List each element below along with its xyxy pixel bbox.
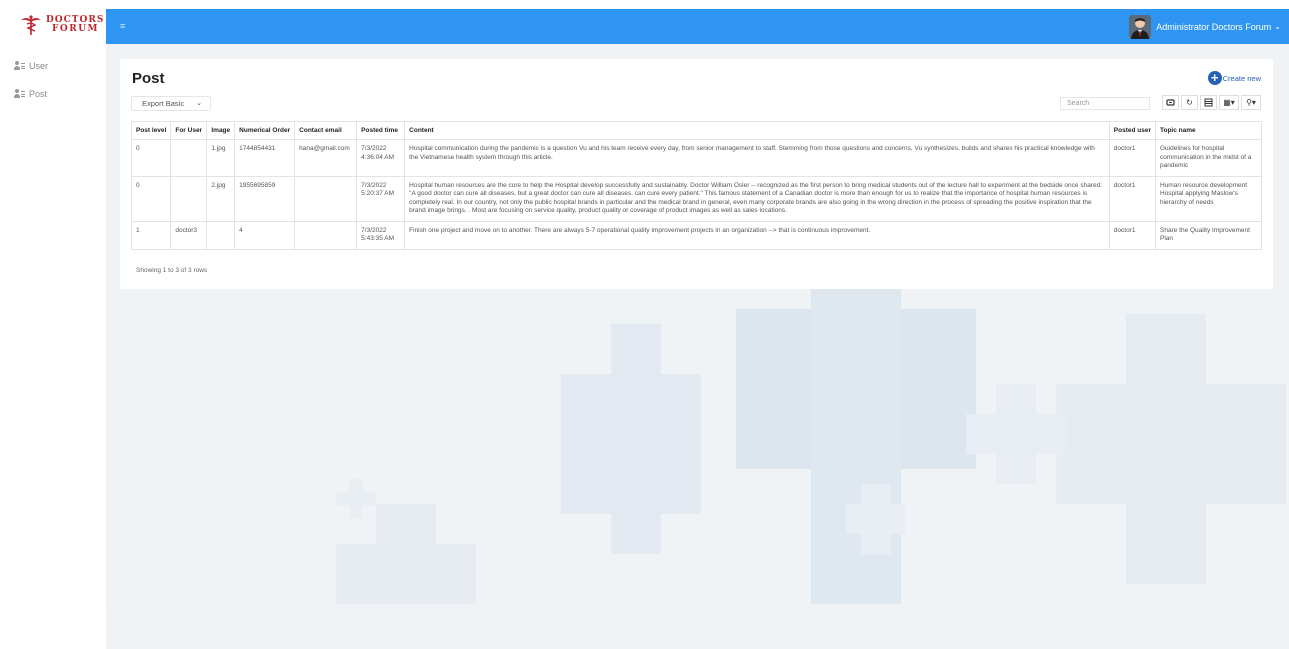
table-toolbar: ↻ ▦▾ ⚲▾ <box>1160 95 1261 110</box>
cell-posted-user: doctor1 <box>1108 139 1157 177</box>
cell-posted-time: 7/3/2022 5:20:37 AM <box>356 175 406 222</box>
export-dropdown-button[interactable]: ⚲▾ <box>1241 95 1261 110</box>
column-header-image[interactable]: Image <box>206 121 236 140</box>
cell-posted-time: 7/3/2022 4:36:04 AM <box>356 139 406 177</box>
column-header-topic-name[interactable]: Topic name <box>1155 121 1262 140</box>
cell-image: 2.jpg <box>206 175 236 222</box>
column-header-content[interactable]: Content <box>404 121 1110 140</box>
logo-line-2: FORUM <box>52 24 100 34</box>
avatar <box>1129 14 1152 39</box>
create-new-label: Create new <box>1222 73 1261 83</box>
column-header-for-user[interactable]: For User <box>170 121 208 140</box>
cell-for-user <box>170 139 208 177</box>
column-header-contact-email[interactable]: Contact email <box>294 121 358 140</box>
sidebar-item-label: Post <box>29 89 48 99</box>
cell-contact-email <box>294 220 358 250</box>
column-header-post-level[interactable]: Post level <box>130 121 172 140</box>
create-new-button[interactable]: + Create new <box>1207 71 1261 85</box>
cell-image <box>206 220 236 250</box>
cell-content: Hospital human resources are the core to… <box>404 175 1110 222</box>
refresh-button[interactable]: ↻ <box>1181 95 1198 110</box>
cell-topic-name: Guidelines for hospital communication in… <box>1155 139 1262 177</box>
cell-numerical-order: 4 <box>234 220 296 250</box>
refresh-icon: ↻ <box>1186 98 1193 107</box>
cell-topic-name: Share the Quality Improvement Plan <box>1155 220 1262 250</box>
cell-for-user <box>170 175 208 222</box>
menu-toggle-icon[interactable]: ≡ <box>120 21 125 31</box>
cell-posted-time: 7/3/2022 5:43:35 AM <box>356 220 406 250</box>
cell-for-user: doctor3 <box>170 220 208 250</box>
user-download-icon: ⚲▾ <box>1246 98 1256 107</box>
column-header-posted-user[interactable]: Posted user <box>1108 121 1157 140</box>
sidebar-item-user[interactable]: User <box>14 61 48 71</box>
sidebar-item-label: User <box>29 61 49 71</box>
user-list-icon <box>14 61 27 71</box>
print-icon <box>1166 99 1175 106</box>
pagination-info: Showing 1 to 3 of 3 rows <box>136 267 208 274</box>
cell-topic-name: Human resource development Hospital appl… <box>1155 175 1262 222</box>
table-row[interactable]: 1 doctor3 4 7/3/2022 5:43:35 AM Finish o… <box>130 220 1262 250</box>
table-header-row: Post level For User Image Numerical Orde… <box>130 121 1262 140</box>
columns-dropdown-button[interactable]: ▦▾ <box>1219 95 1239 110</box>
post-panel: Post + Create new Export Basic ⌄ Search … <box>120 59 1273 289</box>
post-table: Post level For User Image Numerical Orde… <box>130 121 1262 250</box>
list-view-icon <box>1204 98 1213 107</box>
cell-content: Finish one project and move on to anothe… <box>404 220 1110 250</box>
cell-post-level: 1 <box>130 220 172 250</box>
cell-posted-user: doctor1 <box>1108 220 1157 250</box>
columns-grid-icon: ▦▾ <box>1223 98 1235 107</box>
user-name: Administrator Doctors Forum <box>1156 21 1272 32</box>
table-row[interactable]: 0 2.jpg 1955695859 7/3/2022 5:20:37 AM H… <box>130 175 1262 222</box>
search-input[interactable]: Search <box>1060 97 1150 110</box>
column-header-numerical-order[interactable]: Numerical Order <box>234 121 296 140</box>
cell-numerical-order: 1955695859 <box>234 175 296 222</box>
print-button[interactable] <box>1162 95 1179 110</box>
plus-circle-icon: + <box>1207 71 1222 85</box>
main-content: Post + Create new Export Basic ⌄ Search … <box>106 44 1289 649</box>
cell-contact-email <box>294 175 358 222</box>
sidebar: DOCTORS FORUM User Post <box>0 0 120 649</box>
logo-text: DOCTORS FORUM <box>46 16 104 34</box>
chevron-down-icon: ⌄ <box>1274 22 1281 31</box>
toggle-view-button[interactable] <box>1200 95 1217 110</box>
caduceus-logo-icon <box>20 14 42 36</box>
table-row[interactable]: 0 1.jpg 1744854431 hana@gmail.com 7/3/20… <box>130 139 1262 177</box>
user-menu[interactable]: Administrator Doctors Forum ⌄ <box>1129 13 1281 40</box>
top-navbar: ≡ Administrator Doctors Forum ⌄ <box>106 9 1289 44</box>
cell-contact-email: hana@gmail.com <box>294 139 358 177</box>
doctors-forum-logo[interactable]: DOCTORS FORUM <box>20 8 110 42</box>
column-header-posted-time[interactable]: Posted time <box>356 121 406 140</box>
export-type-select[interactable]: Export Basic ⌄ <box>131 96 211 111</box>
chevron-down-icon: ⌄ <box>196 100 202 107</box>
cell-content: Hospital communication during the pandem… <box>404 139 1110 177</box>
user-list-icon <box>14 89 27 99</box>
cell-numerical-order: 1744854431 <box>234 139 296 177</box>
export-select-value: Export Basic <box>142 99 185 108</box>
cell-post-level: 0 <box>130 175 172 222</box>
cell-posted-user: doctor1 <box>1108 175 1157 222</box>
cell-image: 1.jpg <box>206 139 236 177</box>
page-title: Post <box>132 70 165 87</box>
cell-post-level: 0 <box>130 139 172 177</box>
sidebar-item-post[interactable]: Post <box>14 89 47 99</box>
